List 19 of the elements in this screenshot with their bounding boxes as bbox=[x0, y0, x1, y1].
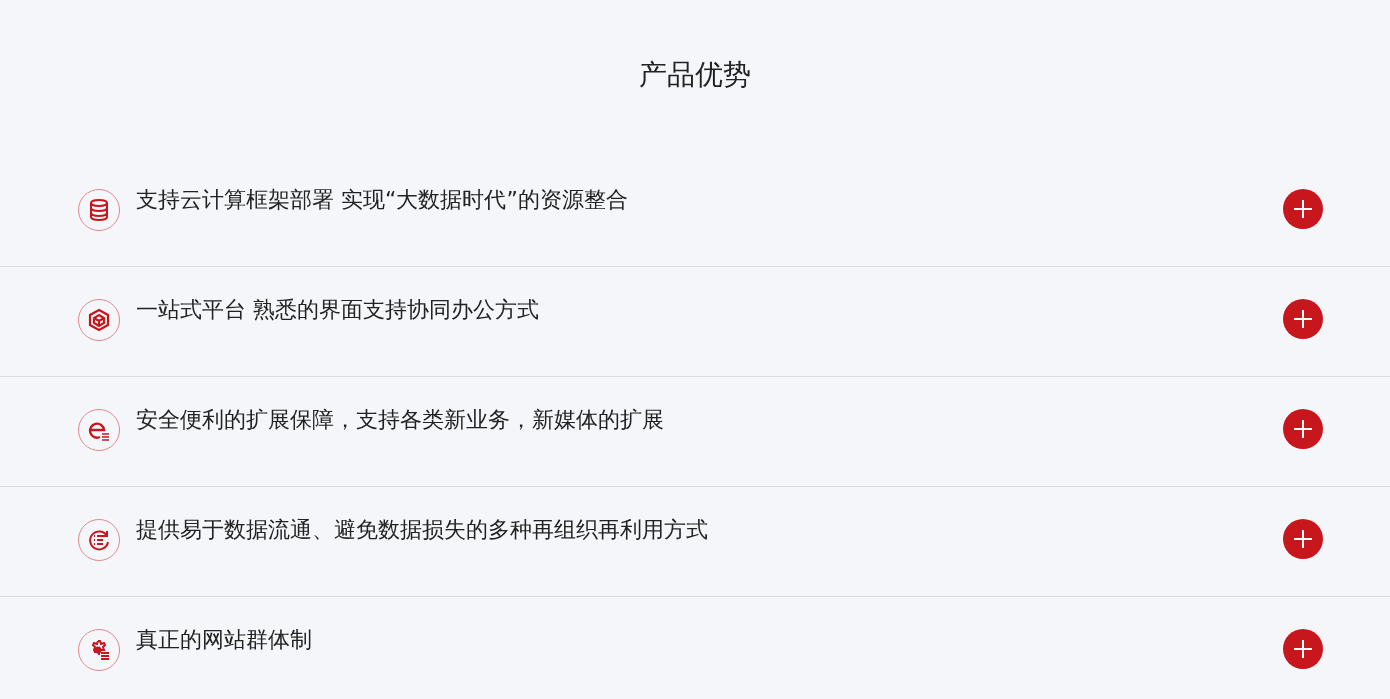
expand-button[interactable] bbox=[1283, 189, 1323, 229]
section-title: 产品优势 bbox=[638, 57, 752, 93]
feature-text: 真正的网站群体制 bbox=[136, 626, 313, 654]
plus-icon bbox=[1294, 640, 1312, 658]
plus-icon bbox=[1294, 420, 1312, 438]
database-icon bbox=[87, 198, 111, 222]
plus-icon bbox=[1294, 200, 1312, 218]
expand-button[interactable] bbox=[1283, 299, 1323, 339]
feature-text: 提供易于数据流通、避免数据损失的多种再组织再利用方式 bbox=[136, 516, 709, 544]
expand-button[interactable] bbox=[1283, 629, 1323, 669]
expand-button[interactable] bbox=[1283, 519, 1323, 559]
feature-text: 安全便利的扩展保障，支持各类新业务，新媒体的扩展 bbox=[136, 406, 665, 434]
feature-text: 支持云计算框架部署 实现“大数据时代”的资源整合 bbox=[136, 186, 629, 214]
plus-icon bbox=[1294, 530, 1312, 548]
expand-button[interactable] bbox=[1283, 409, 1323, 449]
list-refresh-icon bbox=[87, 528, 111, 552]
plus-icon bbox=[1294, 310, 1312, 328]
hexagon-cube-icon bbox=[87, 308, 111, 332]
feature-text: 一站式平台 熟悉的界面支持协同办公方式 bbox=[136, 296, 540, 324]
